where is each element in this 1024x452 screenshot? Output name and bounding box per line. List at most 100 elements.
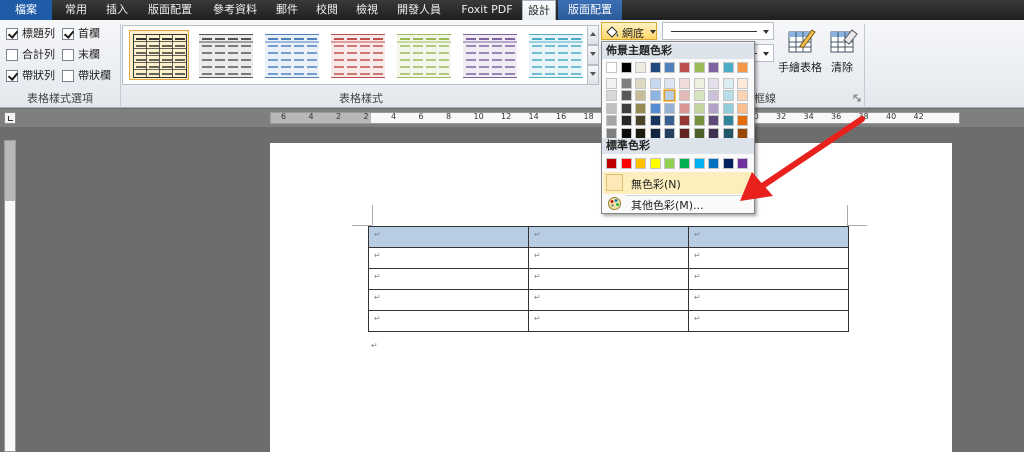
table-cell[interactable]: ↵: [528, 247, 689, 269]
color-swatch[interactable]: [708, 102, 720, 114]
tab-view[interactable]: 檢視: [348, 0, 386, 20]
no-color-option[interactable]: 無色彩(N): [603, 172, 754, 194]
color-swatch[interactable]: [693, 102, 705, 114]
tab-table-layout[interactable]: 版面配置: [558, 0, 622, 20]
color-swatch[interactable]: [620, 90, 632, 102]
color-swatch[interactable]: [606, 90, 617, 102]
color-swatch[interactable]: [722, 77, 734, 89]
color-swatch[interactable]: [635, 77, 647, 89]
tab-design[interactable]: 設計: [522, 0, 556, 21]
table-cell[interactable]: ↵: [528, 226, 689, 248]
color-swatch[interactable]: [679, 102, 690, 114]
table-style-light-aqua[interactable]: [525, 30, 585, 80]
color-swatch[interactable]: [620, 62, 632, 73]
color-swatch[interactable]: [635, 102, 647, 114]
shading-button[interactable]: 網底: [601, 22, 657, 40]
color-swatch[interactable]: [737, 62, 749, 73]
color-swatch[interactable]: [693, 62, 705, 73]
color-swatch[interactable]: [606, 62, 617, 73]
line-style-select[interactable]: [662, 22, 774, 40]
dialog-launcher-icon[interactable]: [853, 94, 861, 102]
table-cell[interactable]: ↵: [688, 226, 849, 248]
color-swatch[interactable]: [679, 77, 690, 89]
checkbox-total-row[interactable]: [6, 49, 18, 61]
color-swatch[interactable]: [649, 102, 661, 114]
checkbox-first-column[interactable]: [62, 28, 74, 40]
more-colors-option[interactable]: 其他色彩(M)...: [603, 193, 754, 215]
color-swatch[interactable]: [679, 62, 690, 73]
table-cell[interactable]: ↵: [528, 289, 689, 311]
document-table[interactable]: ↵ ↵ ↵ ↵ ↵ ↵ ↵ ↵ ↵ ↵ ↵ ↵ ↵ ↵ ↵: [368, 226, 849, 332]
color-swatch[interactable]: [722, 62, 734, 73]
color-swatch[interactable]: [693, 90, 705, 102]
table-cell[interactable]: ↵: [368, 268, 529, 290]
gallery-scroll-down-button[interactable]: [587, 45, 599, 65]
color-swatch[interactable]: [664, 102, 676, 114]
checkbox-last-column[interactable]: [62, 49, 74, 61]
standard-color-swatch[interactable]: [606, 158, 617, 169]
color-swatch[interactable]: [737, 77, 749, 89]
color-swatch[interactable]: [606, 77, 617, 89]
table-cell[interactable]: ↵: [528, 310, 689, 332]
standard-color-swatch[interactable]: [722, 158, 734, 169]
color-swatch[interactable]: [664, 115, 676, 127]
checkbox-banded-rows[interactable]: [6, 70, 18, 82]
color-swatch[interactable]: [649, 77, 661, 89]
table-cell[interactable]: ↵: [368, 247, 529, 269]
table-style-light-black[interactable]: [195, 30, 255, 80]
tab-selector-icon[interactable]: [4, 112, 16, 124]
vertical-ruler[interactable]: [4, 140, 16, 452]
color-swatch[interactable]: [620, 115, 632, 127]
color-swatch[interactable]: [620, 102, 632, 114]
table-cell[interactable]: ↵: [688, 310, 849, 332]
color-swatch[interactable]: [722, 102, 734, 114]
color-swatch[interactable]: [679, 115, 690, 127]
table-cell[interactable]: ↵: [368, 226, 529, 248]
color-swatch[interactable]: [620, 77, 632, 89]
tab-home[interactable]: 常用: [56, 0, 96, 20]
table-style-light-blue[interactable]: [261, 30, 321, 80]
color-swatch[interactable]: [737, 102, 749, 114]
table-style-grid-plain[interactable]: [129, 30, 189, 80]
checkbox-header-row[interactable]: [6, 28, 18, 40]
table-cell[interactable]: ↵: [368, 310, 529, 332]
color-swatch[interactable]: [606, 115, 617, 127]
gallery-scroll-up-button[interactable]: [587, 25, 599, 45]
table-style-light-purple[interactable]: [459, 30, 519, 80]
gallery-more-button[interactable]: [587, 65, 599, 85]
standard-color-swatch[interactable]: [649, 158, 661, 169]
table-style-light-red[interactable]: [327, 30, 387, 80]
tab-page-layout[interactable]: 版面配置: [138, 0, 202, 20]
color-swatch[interactable]: [708, 90, 720, 102]
tab-mailings[interactable]: 郵件: [268, 0, 306, 20]
color-swatch[interactable]: [649, 115, 661, 127]
color-swatch[interactable]: [664, 62, 676, 73]
tab-file[interactable]: 檔案: [0, 0, 52, 20]
table-cell[interactable]: ↵: [688, 247, 849, 269]
standard-color-swatch[interactable]: [664, 158, 676, 169]
standard-color-swatch[interactable]: [679, 158, 690, 169]
color-swatch[interactable]: [649, 90, 661, 102]
standard-color-swatch[interactable]: [708, 158, 720, 169]
standard-color-swatch[interactable]: [620, 158, 632, 169]
tab-references[interactable]: 參考資料: [204, 0, 266, 20]
color-swatch[interactable]: [737, 90, 749, 102]
color-swatch[interactable]: [606, 102, 617, 114]
color-swatch[interactable]: [722, 90, 734, 102]
color-swatch[interactable]: [663, 89, 677, 103]
color-swatch[interactable]: [635, 115, 647, 127]
color-swatch[interactable]: [708, 115, 720, 127]
checkbox-banded-columns[interactable]: [62, 70, 74, 82]
tab-developer[interactable]: 開發人員: [388, 0, 450, 20]
tab-foxit-pdf[interactable]: Foxit PDF: [452, 0, 522, 20]
color-swatch[interactable]: [635, 90, 647, 102]
color-swatch[interactable]: [635, 62, 647, 73]
tab-review[interactable]: 校閱: [308, 0, 346, 20]
table-cell[interactable]: ↵: [688, 289, 849, 311]
table-cell[interactable]: ↵: [688, 268, 849, 290]
color-swatch[interactable]: [679, 90, 690, 102]
standard-color-swatch[interactable]: [737, 158, 749, 169]
standard-color-swatch[interactable]: [635, 158, 647, 169]
table-style-light-green[interactable]: [393, 30, 453, 80]
table-styles-gallery[interactable]: [122, 25, 590, 85]
